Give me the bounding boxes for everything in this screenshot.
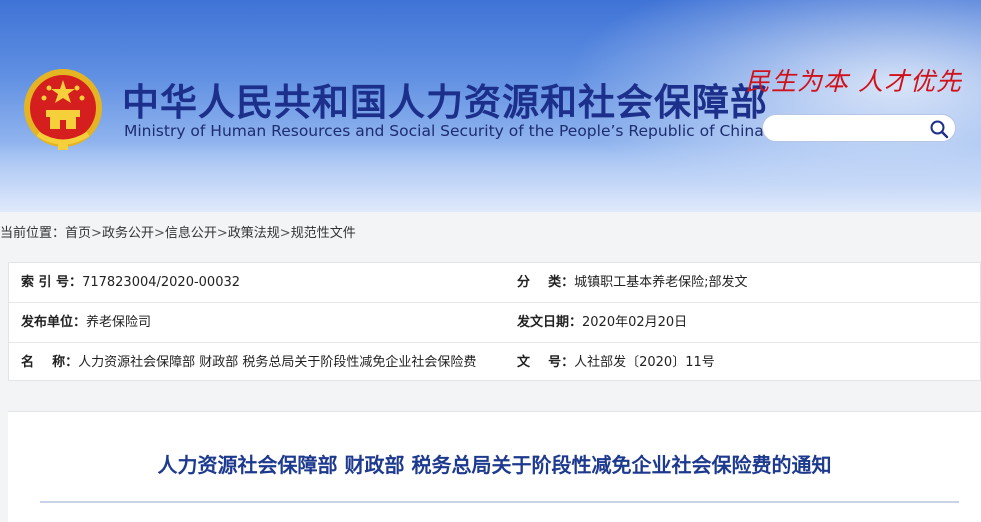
article-title: 人力资源社会保障部 财政部 税务总局关于阶段性减免企业社会保险费的通知 [157,453,832,477]
national-emblem-icon [24,69,102,150]
breadcrumb-separator: > [216,226,228,241]
category-label: 分 类： [517,275,575,290]
index-number: 索 引 号：717823004/2020-00032 [21,263,240,302]
publisher: 发布单位：养老保险司 [21,303,151,342]
document-name: 名 称：人力资源社会保障部 财政部 税务总局关于阶段性减免企业社会保险费 [21,343,476,382]
breadcrumb-separator: > [91,226,102,241]
article-panel: 人力资源社会保障部 财政部 税务总局关于阶段性减免企业社会保险费的通知 [8,411,981,522]
document-info-table: 索 引 号：717823004/2020-00032 分 类：城镇职工基本养老保… [8,262,981,381]
search-box[interactable] [762,114,956,142]
search-input[interactable] [773,119,927,139]
info-row: 名 称：人力资源社会保障部 财政部 税务总局关于阶段性减免企业社会保险费 文 号… [9,343,980,382]
breadcrumb-separator: > [153,226,165,241]
issue-date-value: 2020年02月20日 [582,315,688,330]
category-value: 城镇职工基本养老保险;部发文 [574,275,748,290]
breadcrumb-information[interactable]: 信息公开 [165,226,217,241]
document-number-label: 文 号： [517,355,575,370]
site-title-en: Ministry of Human Resources and Social S… [124,122,764,140]
breadcrumb-normative-documents[interactable]: 规范性文件 [291,226,356,241]
category: 分 类：城镇职工基本养老保险;部发文 [517,263,748,302]
slogan: 民生为本 人才优先 [745,67,962,96]
breadcrumb-policies[interactable]: 政策法规 [228,226,280,241]
info-row: 索 引 号：717823004/2020-00032 分 类：城镇职工基本养老保… [9,263,980,303]
breadcrumb-prefix: 当前位置： [0,226,66,241]
document-name-value: 人力资源社会保障部 财政部 税务总局关于阶段性减免企业社会保险费 [78,355,477,370]
search-icon[interactable] [929,119,949,139]
publisher-label: 发布单位： [21,315,87,330]
document-number-value: 人社部发〔2020〕11号 [574,355,715,370]
document-number: 文 号：人社部发〔2020〕11号 [517,343,715,382]
issue-date: 发文日期：2020年02月20日 [517,303,687,342]
header-great-wall-background [0,142,981,212]
issue-date-label: 发文日期： [517,315,583,330]
title-divider [40,501,959,503]
site-title-cn: 中华人民共和国人力资源和社会保障部 [122,81,768,124]
breadcrumb-home[interactable]: 首页 [65,226,91,241]
breadcrumb-separator: > [279,226,291,241]
index-number-value: 717823004/2020-00032 [82,275,241,290]
index-number-label: 索 引 号： [21,275,83,290]
publisher-value: 养老保险司 [86,315,152,330]
document-name-label: 名 称： [21,355,79,370]
breadcrumb: 当前位置：首页>政务公开>信息公开>政策法规>规范性文件 [0,222,356,241]
info-row: 发布单位：养老保险司 发文日期：2020年02月20日 [9,303,980,343]
site-header: 中华人民共和国人力资源和社会保障部 Ministry of Human Reso… [0,0,981,212]
breadcrumb-government-affairs[interactable]: 政务公开 [102,226,154,241]
